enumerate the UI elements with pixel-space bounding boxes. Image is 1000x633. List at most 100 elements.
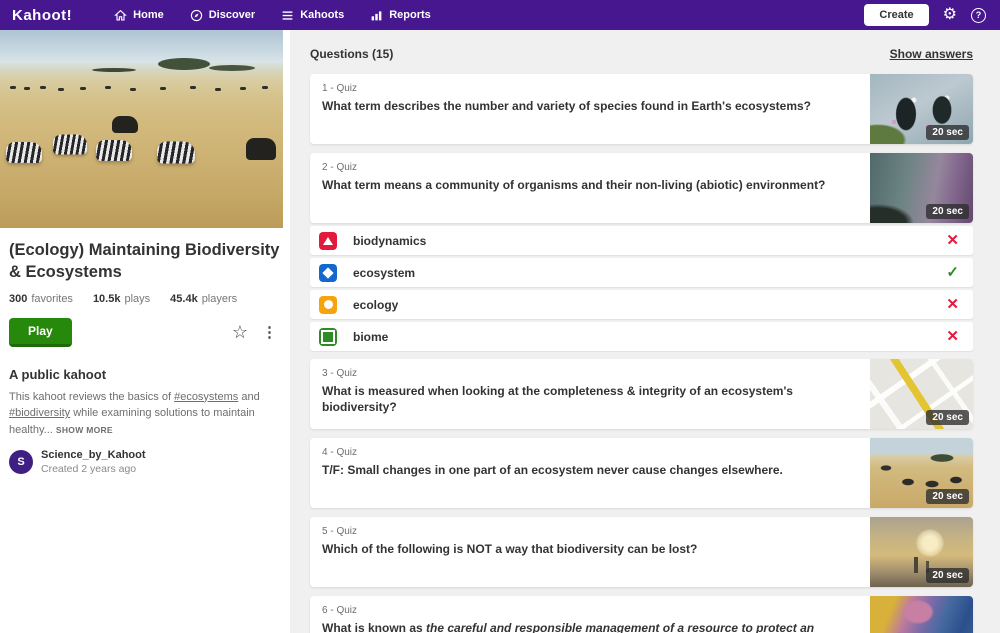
answer-row-ecosystem: ecosystem ✓ (310, 258, 973, 287)
stat-label: players (202, 293, 237, 305)
stat-favorites: 300 favorites (9, 293, 73, 305)
answer-row-biome: biome ✕ (310, 322, 973, 351)
puffins-photo: 20 sec (870, 74, 973, 144)
time-limit-badge: 20 sec (926, 410, 969, 425)
question-text: What is measured when looking at the com… (322, 384, 858, 415)
square-shape-icon (319, 328, 337, 346)
create-button[interactable]: Create (864, 4, 928, 26)
ecosystems-tag-link[interactable]: #ecosystems (174, 391, 238, 403)
stat-value: 300 (9, 293, 27, 305)
question-text: T/F: Small changes in one part of an eco… (322, 463, 858, 479)
answer-label: ecology (353, 298, 398, 312)
stat-plays: 10.5k plays (93, 293, 150, 305)
kahoot-title: (Ecology) Maintaining Biodiversity & Eco… (0, 239, 290, 284)
questions-count-heading: Questions (15) (310, 47, 393, 61)
answer-label: biome (353, 330, 388, 344)
show-more-link[interactable]: SHOW MORE (56, 425, 113, 435)
bar-chart-icon (370, 9, 383, 22)
answer-label: biodynamics (353, 234, 426, 248)
biodiversity-tag-link[interactable]: #biodiversity (9, 407, 70, 419)
kahoot-stats: 300 favorites 10.5k plays 45.4k players (0, 293, 290, 305)
question-card-6[interactable]: 6 - Quiz What is known as the careful an… (310, 596, 973, 633)
list-icon (281, 9, 294, 22)
question-card-1[interactable]: 1 - Quiz What term describes the number … (310, 74, 973, 144)
author-info: Science_by_Kahoot Created 2 years ago (41, 449, 146, 475)
answer-row-biodynamics: biodynamics ✕ (310, 226, 973, 255)
nav-item-reports[interactable]: Reports (370, 9, 431, 22)
question-number: 2 - Quiz (322, 162, 858, 173)
question-body: 2 - Quiz What term means a community of … (310, 153, 870, 223)
diamond-shape-icon (319, 264, 337, 282)
time-limit-badge: 20 sec (926, 568, 969, 583)
question-number: 6 - Quiz (322, 605, 858, 616)
top-navbar: Kahoot! Home Discover Kahoots Reports Cr… (0, 0, 1000, 30)
star-icon[interactable]: ☆ (232, 323, 248, 341)
question-text: What term means a community of organisms… (322, 178, 858, 194)
question-body: 1 - Quiz What term describes the number … (310, 74, 870, 144)
question-text: What is known as the careful and respons… (322, 621, 858, 633)
avatar[interactable]: S (9, 450, 33, 474)
map-photo: 20 sec (870, 359, 973, 429)
kebab-menu-icon[interactable]: ⋮ (262, 325, 277, 340)
question-number: 4 - Quiz (322, 447, 858, 458)
public-section: A public kahoot This kahoot reviews the … (0, 367, 290, 476)
home-icon (114, 9, 127, 22)
description-text: and (238, 391, 259, 403)
question-body: 6 - Quiz What is known as the careful an… (310, 596, 870, 633)
wrong-answer-icon: ✕ (946, 329, 959, 344)
play-button[interactable]: Play (9, 318, 72, 347)
question-card-2[interactable]: 2 - Quiz What term means a community of … (310, 153, 973, 223)
nav-item-discover[interactable]: Discover (190, 9, 255, 22)
question-card-3[interactable]: 3 - Quiz What is measured when looking a… (310, 359, 973, 429)
wrong-answer-icon: ✕ (946, 297, 959, 312)
public-heading: A public kahoot (9, 367, 281, 382)
nav-item-label: Discover (209, 9, 255, 21)
nav-item-label: Kahoots (300, 9, 344, 21)
savanna-zebras-photo: 20 sec (870, 438, 973, 508)
gear-icon[interactable]: ⚙ (943, 7, 957, 23)
show-answers-link[interactable]: Show answers (890, 47, 973, 61)
circle-shape-icon (319, 296, 337, 314)
question-number: 1 - Quiz (322, 83, 858, 94)
question-body: 4 - Quiz T/F: Small changes in one part … (310, 438, 870, 508)
question-number: 5 - Quiz (322, 526, 858, 537)
stat-value: 45.4k (170, 293, 198, 305)
kahoot-actions: Play ☆ ⋮ (0, 318, 290, 347)
author-row: S Science_by_Kahoot Created 2 years ago (9, 449, 281, 475)
question-body: 3 - Quiz What is measured when looking a… (310, 359, 870, 429)
question-card-5[interactable]: 5 - Quiz Which of the following is NOT a… (310, 517, 973, 587)
nav-item-label: Home (133, 9, 164, 21)
question-mark-icon[interactable]: ? (971, 8, 986, 23)
time-limit-badge: 20 sec (926, 125, 969, 140)
question-text: What term describes the number and varie… (322, 99, 858, 115)
time-limit-badge: 20 sec (926, 204, 969, 219)
time-limit-badge: 20 sec (926, 489, 969, 504)
savanna-zebras-photo (0, 30, 283, 228)
question-card-4[interactable]: 4 - Quiz T/F: Small changes in one part … (310, 438, 973, 508)
questions-panel: Questions (15) Show answers 1 - Quiz Wha… (290, 30, 1000, 633)
kahoot-logo[interactable]: Kahoot! (12, 7, 72, 24)
nav-item-label: Reports (389, 9, 431, 21)
correct-answer-icon: ✓ (946, 265, 959, 280)
question-body: 5 - Quiz Which of the following is NOT a… (310, 517, 870, 587)
stat-label: plays (124, 293, 150, 305)
author-name[interactable]: Science_by_Kahoot (41, 449, 146, 461)
kahoot-description: This kahoot reviews the basics of #ecosy… (9, 389, 281, 439)
nav-item-kahoots[interactable]: Kahoots (281, 9, 344, 22)
nav-items: Home Discover Kahoots Reports (114, 9, 431, 22)
answers-list: biodynamics ✕ ecosystem ✓ ecology ✕ biom… (310, 226, 973, 351)
question-text: Which of the following is NOT a way that… (322, 542, 858, 558)
stat-players: 45.4k players (170, 293, 237, 305)
stat-value: 10.5k (93, 293, 121, 305)
question-text-part: What is known as (322, 621, 426, 633)
wrong-answer-icon: ✕ (946, 233, 959, 248)
answer-row-ecology: ecology ✕ (310, 290, 973, 319)
description-text: This kahoot reviews the basics of (9, 391, 174, 403)
stat-label: favorites (31, 293, 73, 305)
sunset-pollution-photo: 20 sec (870, 517, 973, 587)
kahoot-details-panel: (Ecology) Maintaining Biodiversity & Eco… (0, 30, 290, 633)
nav-item-home[interactable]: Home (114, 9, 164, 22)
question-number: 3 - Quiz (322, 368, 858, 379)
compass-icon (190, 9, 203, 22)
questions-header: Questions (15) Show answers (310, 47, 973, 61)
